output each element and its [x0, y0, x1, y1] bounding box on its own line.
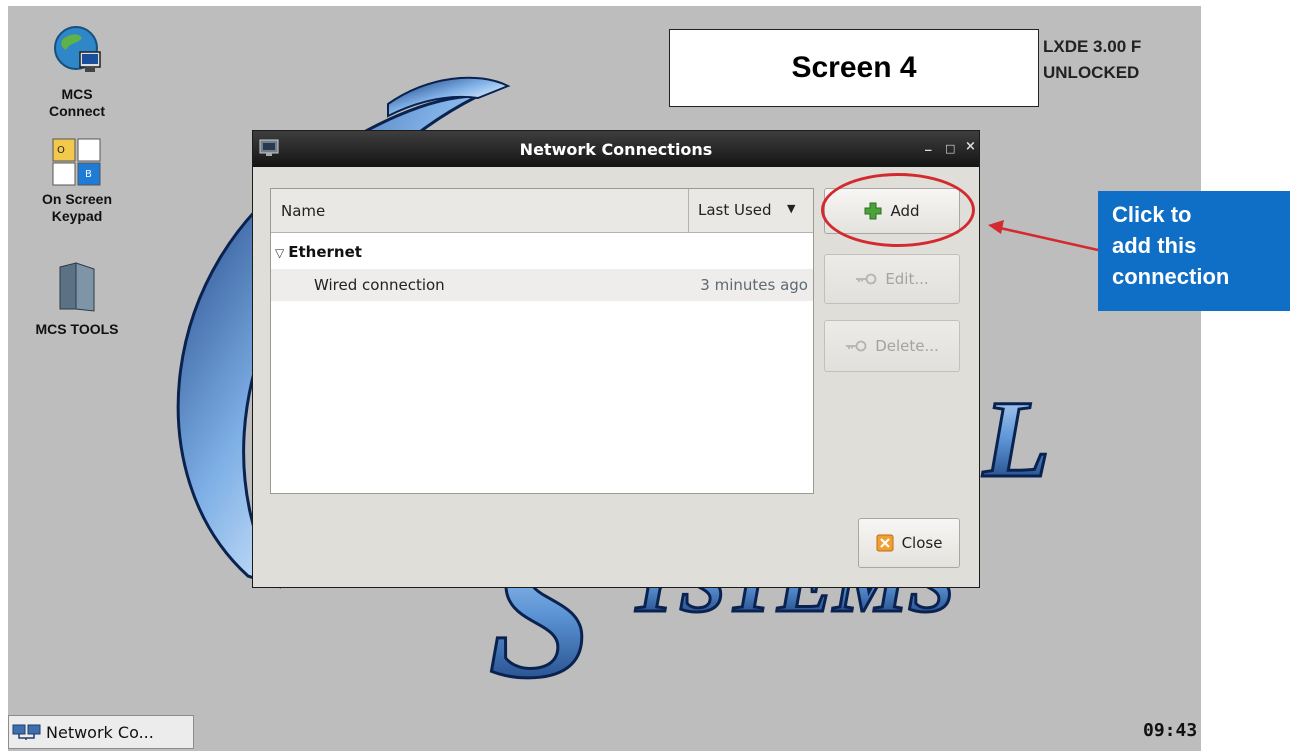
key-icon [856, 273, 877, 285]
connections-list[interactable]: Name Last Used ▼ ▽ Ethernet Wired connect… [270, 188, 814, 494]
desktop-icon-on-screen-keypad-label: On Screen Keypad [41, 191, 113, 224]
delete-button[interactable]: Delete... [824, 320, 960, 372]
close-button-label: Close [901, 534, 943, 552]
wallpaper-letter-l: L [982, 378, 1050, 500]
desktop-icon-mcs-connect-label: MCS Connect [49, 86, 105, 119]
group-ethernet-label: Ethernet [288, 243, 362, 261]
close-icon[interactable]: × [965, 139, 976, 154]
group-ethernet[interactable]: ▽ Ethernet [275, 243, 362, 261]
screen-label: Screen 4 [669, 29, 1039, 107]
expander-icon[interactable]: ▽ [275, 246, 284, 260]
edit-button-label: Edit... [885, 270, 929, 288]
desktop-icon-mcs-connect[interactable]: MCS Connect [22, 22, 132, 120]
dialog-titlebar[interactable]: Network Connections _ □ × [253, 131, 979, 167]
close-button[interactable]: Close [858, 518, 960, 568]
network-app-icon [12, 724, 41, 740]
connection-name: Wired connection [314, 276, 445, 294]
column-header-name[interactable]: Name [281, 202, 325, 220]
keypad-key-b: B [85, 169, 92, 180]
list-header: Name Last Used ▼ [271, 189, 813, 233]
lock-status: UNLOCKED [1043, 63, 1140, 82]
dialog-title: Network Connections [519, 140, 713, 159]
connection-row-wired[interactable]: Wired connection 3 minutes ago [271, 269, 813, 301]
minimize-icon[interactable]: _ [925, 137, 932, 152]
maximize-icon[interactable]: □ [945, 142, 955, 155]
desktop-icon-mcs-tools[interactable]: MCS TOOLS [22, 261, 132, 338]
callout-box: Click to add this connection [1098, 191, 1290, 311]
desktop-icon-on-screen-keypad[interactable]: O B On Screen Keypad [22, 137, 132, 225]
folder-icon [59, 262, 95, 312]
add-button-highlight [821, 173, 975, 247]
connection-last-used: 3 minutes ago [700, 276, 808, 294]
column-separator [688, 189, 689, 232]
column-header-last-used[interactable]: Last Used [698, 201, 772, 219]
version-line: LXDE 3.00 F [1043, 37, 1142, 56]
desktop-icon-mcs-tools-label: MCS TOOLS [35, 321, 119, 337]
globe-computer-icon [54, 26, 101, 72]
key-icon [846, 340, 867, 352]
edit-button[interactable]: Edit... [824, 254, 960, 304]
keypad-icon: O B [52, 138, 101, 186]
close-x-icon [876, 534, 894, 552]
taskbar-task-label: Network Co... [46, 722, 154, 742]
clock: 09:43 [1143, 720, 1198, 741]
delete-button-label: Delete... [875, 337, 939, 355]
version-text: LXDE 3.00 F UNLOCKED [1043, 34, 1141, 86]
taskbar-task-network-connections[interactable]: Network Co... [8, 715, 194, 749]
sort-down-icon[interactable]: ▼ [787, 202, 795, 215]
keypad-key-o: O [57, 145, 65, 156]
